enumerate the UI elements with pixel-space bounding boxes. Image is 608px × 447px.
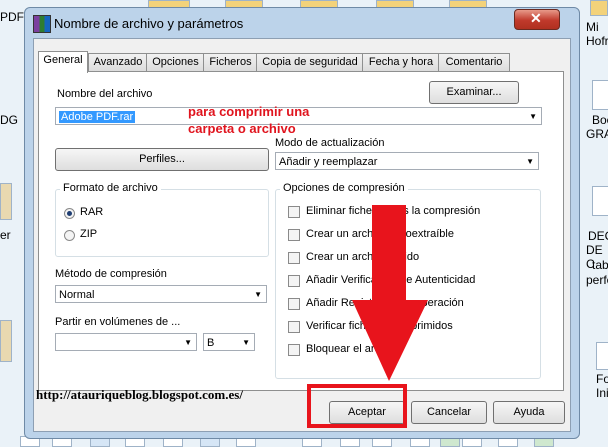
chevron-down-icon: ▼ <box>526 157 534 166</box>
checkbox-solid[interactable] <box>288 252 300 264</box>
tab-files[interactable]: Ficheros <box>203 53 258 71</box>
desktop-label: Hofr <box>586 34 608 48</box>
compression-method-value: Normal <box>59 289 95 301</box>
checkbox-recovery-record[interactable] <box>288 298 300 310</box>
split-volumes-input[interactable]: ▼ <box>55 333 197 351</box>
document-icon[interactable] <box>596 342 608 370</box>
desktop-label: GRAF <box>586 127 608 141</box>
tab-date-time[interactable]: Fecha y hora <box>362 53 440 71</box>
tab-backup[interactable]: Copia de seguridad <box>256 53 364 71</box>
split-unit-value: B <box>207 337 215 349</box>
close-button[interactable]: ✕ <box>514 9 560 30</box>
document-icon[interactable] <box>592 186 608 216</box>
archive-name-label: Nombre del archivo <box>57 88 153 100</box>
radio-rar-label[interactable]: RAR <box>80 206 103 218</box>
chevron-down-icon: ▼ <box>184 338 192 347</box>
split-unit-select[interactable]: B ▼ <box>203 333 255 351</box>
close-icon: ✕ <box>530 10 542 26</box>
annotation-line: para comprimir una <box>188 104 310 119</box>
dialog-client-area: General Avanzado Opciones Ficheros Copia… <box>33 38 571 432</box>
profiles-button[interactable]: Perfiles... <box>55 148 269 171</box>
archive-name-value: Adobe PDF.rar <box>59 111 136 123</box>
file-icon[interactable] <box>0 183 12 220</box>
checkbox-lock[interactable] <box>288 344 300 356</box>
blog-url-text: http://atauriqueblog.blogspot.com.es/ <box>36 387 243 402</box>
radio-zip[interactable] <box>64 230 75 241</box>
arrow-down-icon <box>352 205 428 381</box>
desktop-label: Mi <box>586 20 599 34</box>
cancel-button[interactable]: Cancelar <box>411 401 487 424</box>
tab-options[interactable]: Opciones <box>146 53 205 71</box>
desktop-label: Fo <box>596 372 608 386</box>
annotation-note: para comprimir una carpeta o archivo <box>188 103 309 137</box>
folder-icon[interactable] <box>590 0 608 16</box>
desktop-label: Ini <box>596 386 608 400</box>
update-mode-select[interactable]: Añadir y reemplazar ▼ <box>275 152 539 170</box>
format-group: Formato de archivo RAR ZIP <box>55 182 269 257</box>
chevron-down-icon: ▼ <box>242 338 250 347</box>
desktop-label: tab <box>592 258 608 272</box>
tab-general[interactable]: General <box>38 51 88 73</box>
format-group-title: Formato de archivo <box>60 182 161 194</box>
desktop-label: Boc <box>592 113 608 127</box>
accept-highlight-box <box>307 384 407 428</box>
file-icon[interactable] <box>0 320 12 362</box>
radio-zip-label[interactable]: ZIP <box>80 228 97 240</box>
checkbox-verify[interactable] <box>288 321 300 333</box>
tab-advanced[interactable]: Avanzado <box>88 53 148 71</box>
desktop-label: PDF <box>0 10 24 24</box>
checkbox-authenticity[interactable] <box>288 275 300 287</box>
document-icon[interactable] <box>592 80 608 110</box>
split-volumes-label: Partir en volúmenes de ... <box>55 316 181 328</box>
compression-options-title: Opciones de compresión <box>280 182 408 194</box>
desktop-label: DG <box>0 113 18 127</box>
chevron-down-icon[interactable]: ▼ <box>529 108 537 126</box>
winrar-icon <box>33 15 51 33</box>
help-button[interactable]: Ayuda <box>493 401 565 424</box>
desktop-label: perfe <box>586 273 608 287</box>
update-mode-label: Modo de actualización <box>275 137 385 149</box>
compression-method-label: Método de compresión <box>55 268 167 280</box>
checkbox-sfx[interactable] <box>288 229 300 241</box>
title-bar[interactable]: Nombre de archivo y parámetros ✕ <box>25 8 579 38</box>
archive-parameters-dialog: Nombre de archivo y parámetros ✕ General… <box>24 7 580 439</box>
tab-comment[interactable]: Comentario <box>438 53 510 71</box>
desktop-label: DECI <box>588 229 608 243</box>
desktop-label: er <box>0 228 11 242</box>
browse-button[interactable]: Examinar... <box>429 81 519 104</box>
chevron-down-icon: ▼ <box>254 290 262 299</box>
annotation-line: carpeta o archivo <box>188 121 296 136</box>
update-mode-value: Añadir y reemplazar <box>279 156 378 168</box>
checkbox-delete-after[interactable] <box>288 206 300 218</box>
compression-method-select[interactable]: Normal ▼ <box>55 285 267 303</box>
radio-rar[interactable] <box>64 208 75 219</box>
window-title: Nombre de archivo y parámetros <box>54 16 244 31</box>
